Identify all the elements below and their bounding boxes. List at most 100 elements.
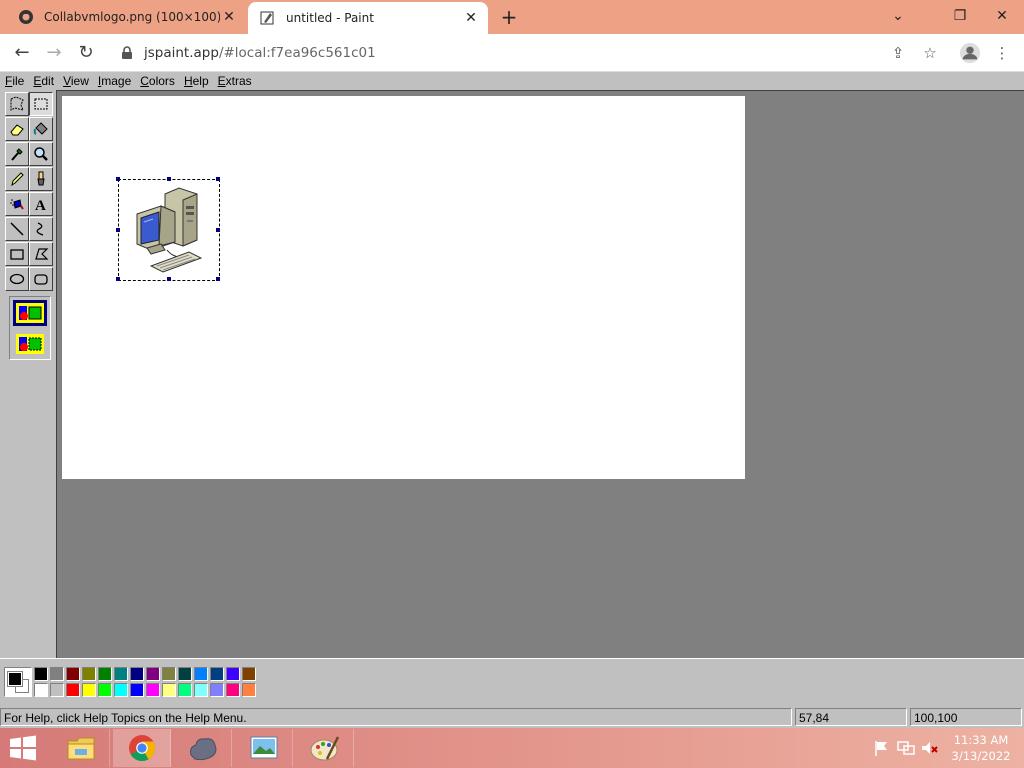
rectangle-icon[interactable]	[5, 242, 29, 266]
curve-icon[interactable]	[29, 217, 53, 241]
menu-view[interactable]: View	[58, 74, 93, 88]
polygon-icon[interactable]	[29, 242, 53, 266]
line-icon[interactable]	[5, 217, 29, 241]
back-button[interactable]: ←	[10, 41, 34, 65]
tool-options	[9, 296, 51, 360]
volume-muted-icon[interactable]	[920, 738, 940, 758]
tool-box: A	[2, 90, 56, 658]
transparent-selection-option[interactable]	[13, 331, 47, 357]
selection-box[interactable]	[116, 177, 220, 281]
color-swatch[interactable]	[34, 683, 48, 697]
color-swatch[interactable]	[194, 683, 208, 697]
color-swatch[interactable]	[66, 683, 80, 697]
profile-avatar-icon[interactable]	[958, 41, 982, 65]
new-tab-button[interactable]: +	[498, 6, 520, 28]
color-swatch[interactable]	[162, 667, 176, 681]
chrome-icon	[129, 735, 156, 762]
forward-button[interactable]: →	[42, 41, 66, 65]
tab-collabvmlogo[interactable]: Collabvmlogo.png (100×100) ✕	[0, 0, 246, 34]
clock-date: 3/13/2022	[951, 749, 1011, 763]
color-swatch[interactable]	[130, 683, 144, 697]
color-swatch[interactable]	[226, 683, 240, 697]
pick-color-icon[interactable]	[5, 142, 29, 166]
resize-handle[interactable]	[167, 177, 171, 181]
text-icon[interactable]: A	[29, 192, 53, 216]
color-swatch[interactable]	[178, 683, 192, 697]
primary-color[interactable]	[7, 671, 23, 687]
eraser-icon[interactable]	[5, 117, 29, 141]
network-icon[interactable]	[896, 738, 916, 758]
color-swatch[interactable]	[114, 667, 128, 681]
windows-start-icon[interactable]	[6, 734, 40, 762]
menu-extras[interactable]: Extras	[213, 74, 256, 88]
close-window-button[interactable]: ✕	[990, 4, 1014, 28]
browser-toolbar: ← → ↻ jspaint.app/#local:f7ea96c561c01 ⇪…	[0, 34, 1024, 72]
photo-viewer-icon	[250, 736, 278, 759]
resize-handle[interactable]	[216, 177, 220, 181]
color-swatch[interactable]	[82, 683, 96, 697]
color-swatch[interactable]	[210, 683, 224, 697]
color-swatch[interactable]	[34, 667, 48, 681]
color-swatch[interactable]	[82, 667, 96, 681]
brush-icon[interactable]	[29, 167, 53, 191]
ellipse-icon[interactable]	[5, 267, 29, 291]
paint-icon	[310, 736, 340, 761]
color-swatch[interactable]	[146, 667, 160, 681]
restore-window-button[interactable]: ❐	[948, 4, 972, 28]
menu-help[interactable]: Help	[179, 74, 213, 88]
color-swatch[interactable]	[210, 667, 224, 681]
magnifier-icon[interactable]	[29, 142, 53, 166]
current-colors[interactable]	[4, 667, 32, 697]
tab-search-icon[interactable]: ⌄	[886, 4, 910, 28]
taskbar-app[interactable]	[174, 729, 232, 767]
menu-file[interactable]: File	[0, 74, 28, 88]
color-swatch[interactable]	[50, 683, 64, 697]
color-swatch[interactable]	[50, 667, 64, 681]
resize-handle[interactable]	[216, 228, 220, 232]
browser-menu-icon[interactable]: ⋮	[990, 41, 1014, 65]
resize-handle[interactable]	[116, 228, 120, 232]
status-selection-size: 100,100	[910, 708, 1022, 726]
menu-edit[interactable]: Edit	[28, 74, 58, 88]
color-swatch[interactable]	[242, 667, 256, 681]
select-icon[interactable]	[29, 92, 53, 116]
resize-handle[interactable]	[167, 277, 171, 281]
drawing-canvas[interactable]	[62, 96, 745, 479]
taskbar-photo-viewer[interactable]	[235, 729, 293, 767]
menu-colors[interactable]: Colors	[135, 74, 179, 88]
opaque-selection-option[interactable]	[13, 300, 47, 326]
menu-image[interactable]: Image	[93, 74, 135, 88]
pencil-icon[interactable]	[5, 167, 29, 191]
close-tab-icon[interactable]: ✕	[220, 8, 238, 26]
taskbar-paint[interactable]	[296, 729, 354, 767]
rounded-rectangle-icon[interactable]	[29, 267, 53, 291]
free-form-select-icon[interactable]	[5, 92, 29, 116]
color-swatch[interactable]	[98, 683, 112, 697]
color-swatch[interactable]	[242, 683, 256, 697]
tab-paint[interactable]: untitled - Paint ✕	[248, 2, 488, 34]
resize-handle[interactable]	[116, 277, 120, 281]
action-center-flag-icon[interactable]	[872, 738, 892, 758]
taskbar-chrome[interactable]	[113, 729, 171, 767]
color-swatch[interactable]	[226, 667, 240, 681]
taskbar-file-explorer[interactable]	[52, 729, 110, 767]
fill-bucket-icon[interactable]	[29, 117, 53, 141]
reload-button[interactable]: ↻	[74, 41, 98, 65]
paint-tab-icon	[260, 11, 274, 25]
color-swatch[interactable]	[194, 667, 208, 681]
system-clock[interactable]: 11:33 AM 3/13/2022	[946, 732, 1016, 766]
color-swatch[interactable]	[178, 667, 192, 681]
color-swatch[interactable]	[114, 683, 128, 697]
color-swatch[interactable]	[66, 667, 80, 681]
color-swatch[interactable]	[146, 683, 160, 697]
bookmark-star-icon[interactable]: ☆	[918, 41, 942, 65]
share-icon[interactable]: ⇪	[886, 41, 910, 65]
color-swatch[interactable]	[98, 667, 112, 681]
resize-handle[interactable]	[216, 277, 220, 281]
close-tab-icon[interactable]: ✕	[462, 9, 480, 27]
color-swatch[interactable]	[162, 683, 176, 697]
address-bar[interactable]: jspaint.app/#local:f7ea96c561c01	[108, 39, 938, 67]
resize-handle[interactable]	[116, 177, 120, 181]
color-swatch[interactable]	[130, 667, 144, 681]
airbrush-icon[interactable]	[5, 192, 29, 216]
